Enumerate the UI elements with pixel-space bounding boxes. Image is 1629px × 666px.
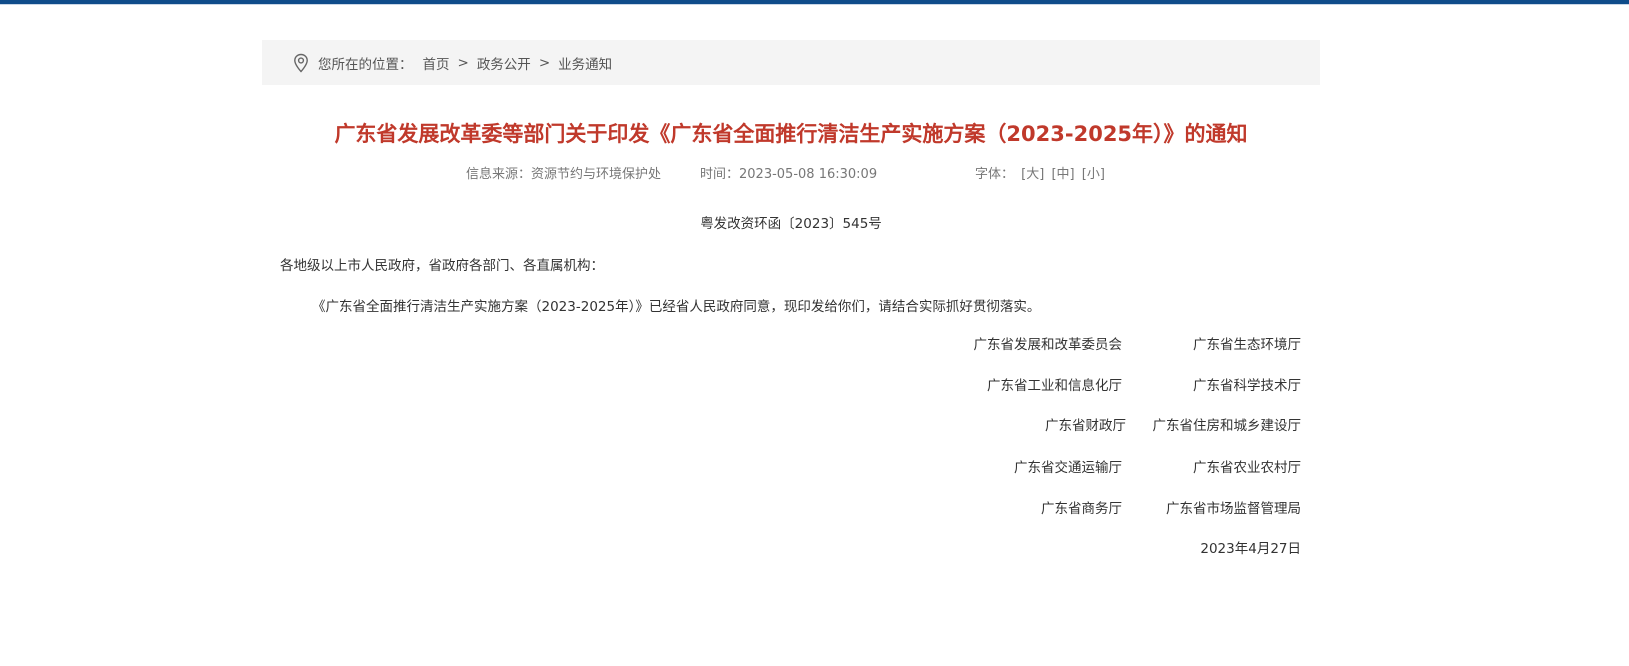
font-size-label: 字体： <box>975 167 1015 182</box>
font-size-large-button[interactable]: [大] <box>1021 167 1044 182</box>
breadcrumb: 您所在的位置： 首页 > 政务公开 > 业务通知 <box>262 40 1320 85</box>
breadcrumb-home-link[interactable]: 首页 <box>423 53 450 73</box>
font-size-controls: 字体： [大] [中] [小] <box>975 163 1105 182</box>
signatory: 广东省发展和改革委员会 <box>973 337 1123 353</box>
breadcrumb-separator: > <box>538 54 551 71</box>
signatory: 广东省科学技术厅 <box>1193 378 1301 394</box>
time-value: 2023-05-08 16:30:09 <box>739 167 878 182</box>
article-source: 信息来源：资源节约与环境保护处 <box>466 163 661 182</box>
font-size-medium-button[interactable]: [中] <box>1051 167 1074 182</box>
signatory: 广东省市场监督管理局 <box>1166 501 1301 517</box>
body-paragraph: 《广东省全面推行清洁生产实施方案（2023-2025年）》已经省人民政府同意，现… <box>312 299 1041 315</box>
signatory: 广东省交通运输厅 <box>1014 460 1122 476</box>
signatory: 广东省财政厅 <box>1045 418 1126 434</box>
article-title: 广东省发展改革委等部门关于印发《广东省全面推行清洁生产实施方案（2023-202… <box>334 122 1248 146</box>
time-label: 时间： <box>700 167 740 182</box>
article-time: 时间：2023-05-08 16:30:09 <box>700 163 877 182</box>
signatory: 广东省工业和信息化厅 <box>987 378 1122 394</box>
breadcrumb-public-affairs-link[interactable]: 政务公开 <box>477 53 531 73</box>
source-label: 信息来源： <box>466 167 532 182</box>
signatory: 广东省商务厅 <box>1041 501 1122 517</box>
document-number: 粤发改资环函〔2023〕545号 <box>700 216 882 232</box>
breadcrumb-separator: > <box>457 54 469 71</box>
location-pin-icon <box>290 52 312 74</box>
font-size-small-button[interactable]: [小] <box>1082 167 1105 182</box>
breadcrumb-location-label: 您所在的位置： <box>318 56 413 73</box>
breadcrumb-business-notice-link[interactable]: 业务通知 <box>558 53 612 73</box>
top-accent-bar-shadow <box>0 4 1629 5</box>
source-value: 资源节约与环境保护处 <box>531 167 662 182</box>
signatory: 广东省农业农村厅 <box>1193 460 1301 476</box>
signatory: 广东省住房和城乡建设厅 <box>1152 418 1302 434</box>
signatory: 广东省生态环境厅 <box>1193 337 1301 353</box>
document-date: 2023年4月27日 <box>1200 541 1301 557</box>
salutation: 各地级以上市人民政府，省政府各部门、各直属机构： <box>280 258 604 274</box>
